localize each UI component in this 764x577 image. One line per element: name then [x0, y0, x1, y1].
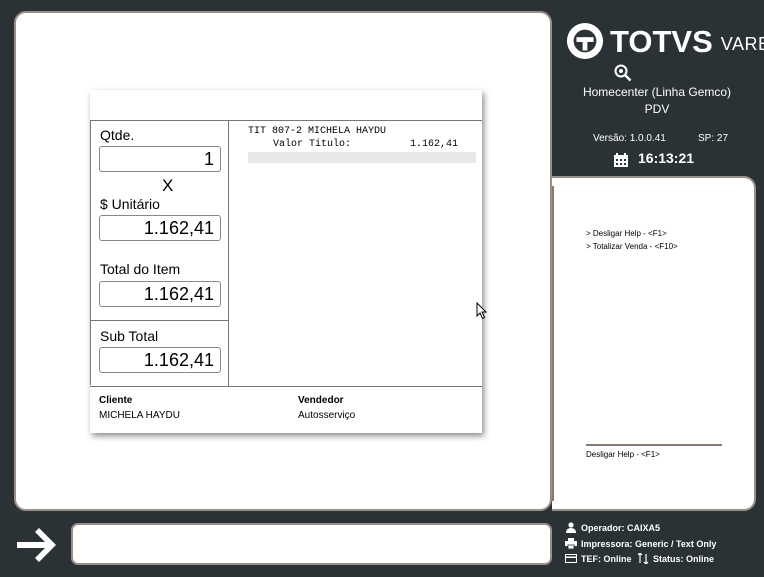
totvs-logo-icon — [566, 22, 604, 60]
printer-icon — [565, 538, 577, 549]
times-sign: X — [162, 176, 174, 195]
unit-price-field[interactable]: 1.162,41 — [99, 215, 221, 241]
user-icon — [566, 522, 576, 533]
item-total-label: Total do Item — [100, 261, 181, 277]
help-panel: > Desligar Help - <F1> > Totalizar Venda… — [552, 176, 756, 511]
store-name: Homecenter (Linha Gemco) — [582, 85, 732, 99]
arrow-right-icon[interactable] — [15, 527, 57, 563]
help-rule — [586, 444, 722, 446]
tef-status: TEF: Online — [565, 553, 632, 564]
divider — [90, 120, 91, 385]
unit-price-label: $ Unitário — [100, 196, 160, 212]
seller-label: Vendedor — [298, 395, 344, 406]
customer-value: MICHELA HAYDU — [99, 410, 180, 421]
divider — [90, 320, 228, 321]
printer-status: Impressora: Generic / Text Only — [565, 538, 716, 549]
connection-status: Status: Online — [637, 553, 714, 564]
help-item-total-sale[interactable]: > Totalizar Venda - <F10> — [586, 242, 678, 251]
printer-text: Impressora: Generic / Text Only — [581, 538, 717, 549]
tef-text: TEF: Online — [581, 553, 632, 564]
seller-value: Autosserviço — [298, 410, 356, 421]
qty-field[interactable]: 1 — [99, 146, 221, 172]
status-text: Status: Online — [653, 553, 715, 564]
receipt-line-item: TIT 807-2 MICHELA HAYDU — [248, 126, 387, 137]
receipt-value: 1.162,41 — [410, 139, 459, 150]
logo: TOTVS VAREJO — [566, 22, 764, 60]
customer-label: Cliente — [99, 395, 133, 406]
help-footer[interactable]: Desligar Help - <F1> — [586, 450, 660, 459]
selected-receipt-row[interactable] — [248, 152, 476, 163]
version-text: Versão: 1.0.0.41 — [593, 133, 666, 144]
help-item-toggle-help[interactable]: > Desligar Help - <F1> — [586, 229, 667, 238]
receipt-value-label: Valor Titulo: — [273, 139, 352, 150]
sync-icon — [637, 553, 649, 564]
store-type: PDV — [644, 102, 670, 116]
operator-status: Operador: CAIXA5 — [565, 522, 660, 533]
divider — [90, 386, 482, 387]
subtotal-label: Sub Total — [100, 328, 159, 344]
calendar-icon — [614, 153, 628, 167]
help-divider — [552, 186, 554, 501]
sale-receipt: Qtde. 1 X $ Unitário 1.162,41 Total do I… — [90, 90, 482, 433]
card-icon — [565, 554, 577, 563]
mouse-cursor-icon — [476, 302, 488, 320]
command-input[interactable] — [71, 523, 552, 565]
logo-text: TOTVS — [610, 23, 713, 59]
search-icon[interactable] — [614, 64, 632, 82]
clock: 16:13:21 — [638, 150, 695, 166]
divider — [90, 120, 482, 121]
brand-area: TOTVS VAREJO Homecenter (Linha Gemco) PD… — [554, 8, 764, 178]
logo-subtext: VAREJO — [720, 33, 764, 54]
item-total-field[interactable]: 1.162,41 — [99, 281, 221, 307]
operator-text: Operador: CAIXA5 — [581, 522, 661, 533]
qty-label: Qtde. — [100, 127, 135, 143]
subtotal-field[interactable]: 1.162,41 — [99, 347, 221, 373]
divider — [228, 121, 229, 386]
sp-text: SP: 27 — [698, 133, 729, 144]
